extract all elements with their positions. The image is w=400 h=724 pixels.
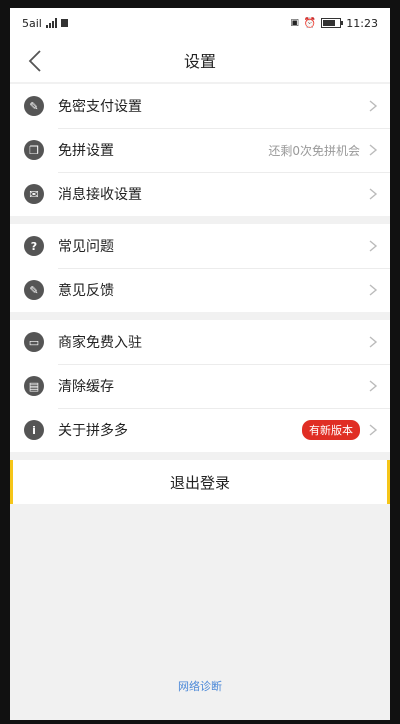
settings-screen: 5ail ▣ ⏰ 11:23 设置 ✎ 免密支付设置 ❐ 免拼设置 还剩0次免拼机会 ✉ 消… — [10, 8, 390, 720]
nav-bar: 设置 — [10, 38, 390, 82]
settings-row[interactable]: ✎ 意见反馈 — [10, 268, 390, 312]
chevron-right-icon — [369, 240, 378, 252]
alarm-icon: ⏰ — [303, 17, 317, 29]
settings-row[interactable]: ▭ 商家免费入驻 — [10, 320, 390, 364]
status-bar: 5ail ▣ ⏰ 11:23 — [10, 8, 390, 38]
status-left: 5ail — [22, 17, 68, 30]
chevron-right-icon — [369, 144, 378, 156]
battery-icon — [321, 18, 344, 28]
settings-row-label: 免拼设置 — [58, 143, 114, 159]
settings-group: ▭ 商家免费入驻 ▤ 清除缓存 i 关于拼多多 有新版本 — [10, 320, 390, 452]
settings-row-label: 意见反馈 — [58, 283, 114, 299]
chevron-right-icon — [369, 380, 378, 392]
status-time: 11:23 — [346, 16, 378, 30]
settings-row-label: 消息接收设置 — [58, 187, 142, 203]
network-diagnose-link[interactable]: 网络诊断 — [10, 678, 390, 694]
settings-row[interactable]: ❐ 免拼设置 还剩0次免拼机会 — [10, 128, 390, 172]
copy-icon: ❐ — [24, 140, 44, 160]
settings-row-value: 还剩0次免拼机会 — [268, 143, 360, 158]
signal-icon — [45, 18, 57, 28]
chevron-right-icon — [369, 188, 378, 200]
chevron-right-icon — [369, 100, 378, 112]
trash-icon: ▤ — [24, 376, 44, 396]
settings-row-label: 免密支付设置 — [58, 99, 142, 115]
sim-icon — [60, 19, 68, 27]
chevron-right-icon — [369, 284, 378, 296]
chevron-right-icon — [369, 336, 378, 348]
page-title: 设置 — [183, 52, 216, 71]
chevron-left-icon — [28, 50, 41, 72]
mail-icon: ✉ — [24, 184, 44, 204]
info-icon: i — [24, 420, 44, 440]
question-icon: ? — [24, 236, 44, 256]
settings-list: ✎ 免密支付设置 ❐ 免拼设置 还剩0次免拼机会 ✉ 消息接收设置? 常见问题 ✎ 意见反馈 ▭ 商家… — [10, 84, 390, 452]
settings-row[interactable]: i 关于拼多多 有新版本 — [10, 408, 390, 452]
settings-row[interactable]: ✎ 免密支付设置 — [10, 84, 390, 128]
nfc-icon: ▣ — [290, 18, 299, 28]
settings-row-label: 商家免费入驻 — [58, 335, 142, 351]
settings-group: ? 常见问题 ✎ 意见反馈 — [10, 224, 390, 312]
settings-row-label: 清除缓存 — [58, 379, 114, 395]
settings-row-label: 常见问题 — [58, 239, 114, 255]
logout-button[interactable]: 退出登录 — [10, 460, 390, 504]
edit-icon: ✎ — [24, 280, 44, 300]
back-button[interactable] — [20, 46, 50, 76]
settings-row-label: 关于拼多多 — [58, 423, 128, 439]
status-right: ▣ ⏰ 11:23 — [290, 17, 378, 30]
settings-row[interactable]: ? 常见问题 — [10, 224, 390, 268]
new-version-badge: 有新版本 — [302, 420, 360, 440]
chevron-right-icon — [369, 424, 378, 436]
carrier-text: 5ail — [22, 16, 42, 30]
logout-label: 退出登录 — [169, 473, 230, 492]
settings-row[interactable]: ✉ 消息接收设置 — [10, 172, 390, 216]
settings-group: ✎ 免密支付设置 ❐ 免拼设置 还剩0次免拼机会 ✉ 消息接收设置 — [10, 84, 390, 216]
settings-row[interactable]: ▤ 清除缓存 — [10, 364, 390, 408]
key-icon: ✎ — [24, 96, 44, 116]
store-icon: ▭ — [24, 332, 44, 352]
